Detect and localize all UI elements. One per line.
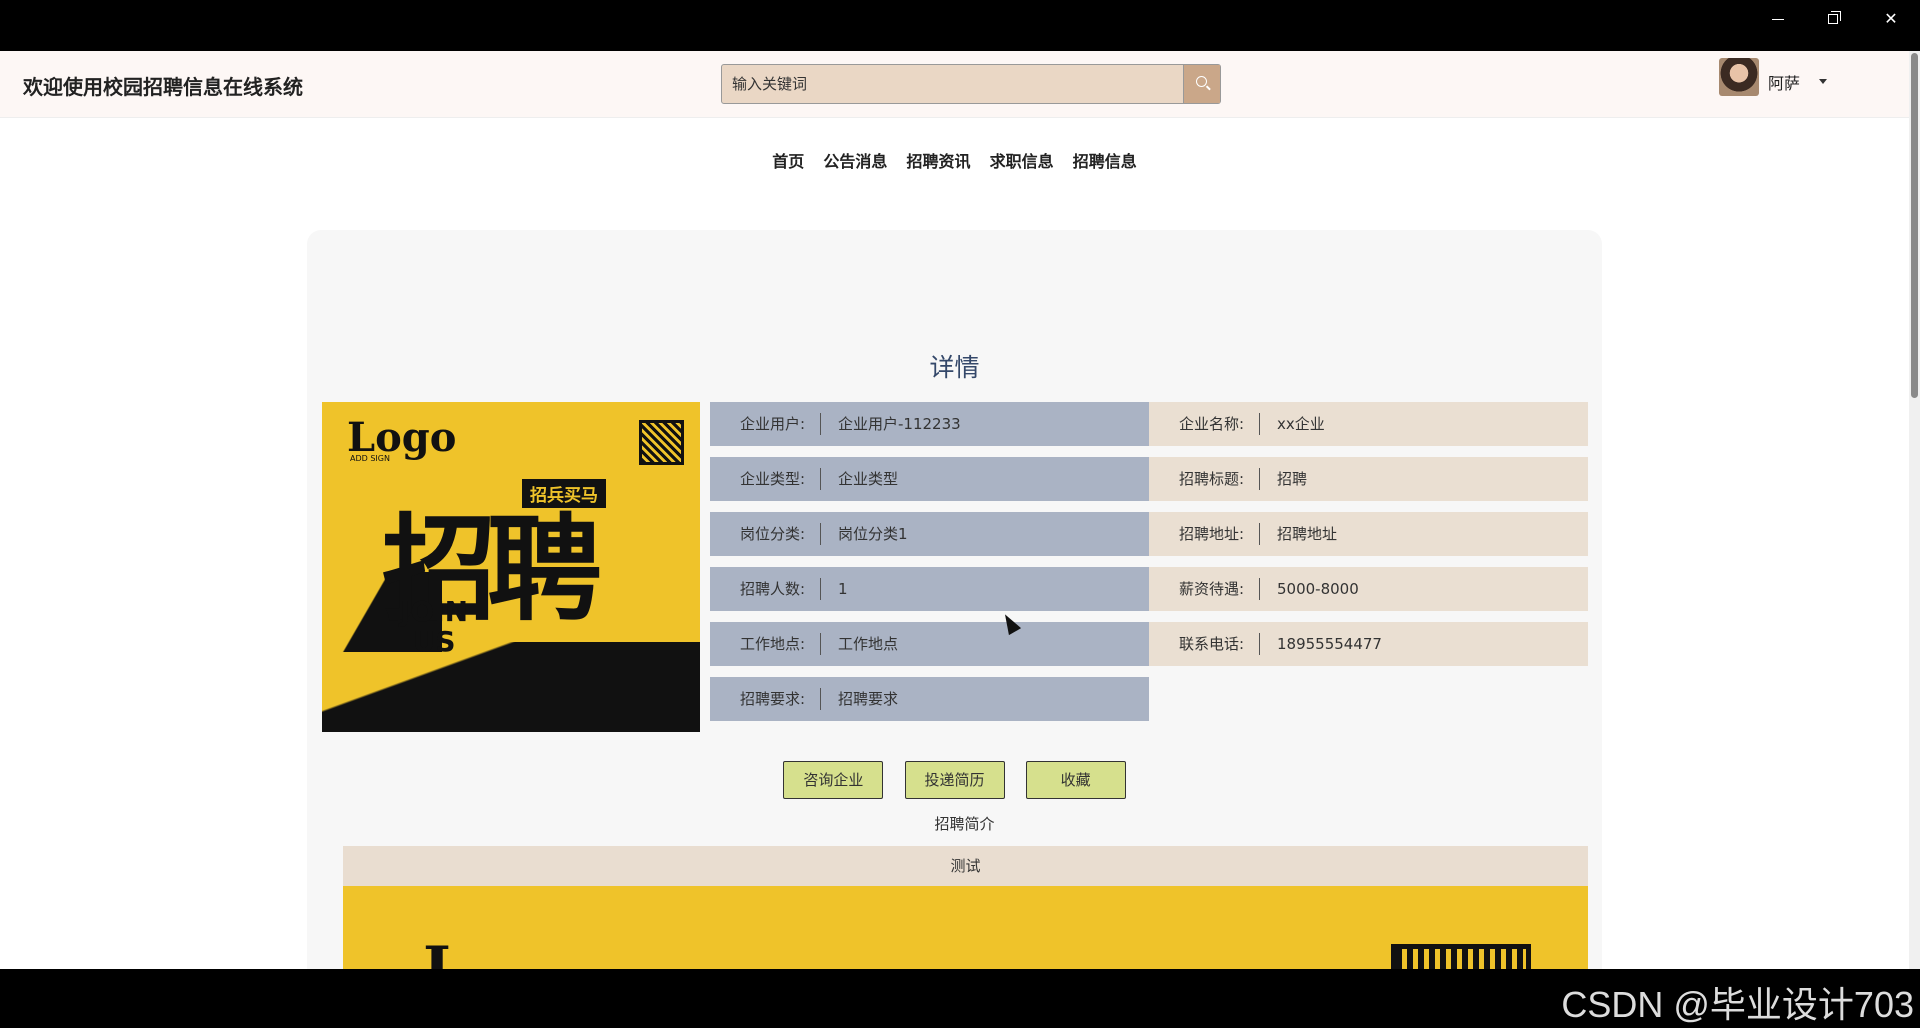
submit-resume-button[interactable]: 投递简历 bbox=[904, 761, 1005, 799]
poster-join-line2: US bbox=[412, 625, 456, 658]
search-input[interactable] bbox=[732, 65, 1172, 103]
field-label: 联系电话: bbox=[1178, 635, 1244, 653]
watermark: CSDN @毕业设计703 bbox=[1561, 984, 1914, 1025]
field-label: 招聘人数: bbox=[739, 580, 805, 598]
scrollbar[interactable] bbox=[1909, 51, 1920, 969]
intro-poster-image: L bbox=[343, 886, 1588, 969]
field-value: 岗位分类1 bbox=[838, 525, 908, 543]
consult-company-button[interactable]: 咨询企业 bbox=[783, 761, 884, 799]
field-label: 招聘要求: bbox=[739, 690, 805, 708]
field-value: 招聘要求 bbox=[838, 690, 899, 708]
field-phone: 联系电话: 18955554477 bbox=[1149, 622, 1588, 666]
page-title: 详情 bbox=[929, 353, 980, 382]
field-value: 招聘地址 bbox=[1277, 525, 1338, 543]
search-icon bbox=[1196, 76, 1207, 87]
search-button[interactable] bbox=[1183, 65, 1220, 103]
field-salary: 薪资待遇: 5000-8000 bbox=[1149, 567, 1588, 611]
qr-code-icon bbox=[639, 420, 684, 465]
field-work-location: 工作地点: 工作地点 bbox=[710, 622, 1149, 666]
user-name[interactable]: 阿萨 bbox=[1768, 70, 1800, 94]
page-viewport: 欢迎使用校园招聘信息在线系统 阿萨 首页 公告消息 招聘资讯 求职信息 招聘信息… bbox=[0, 51, 1920, 969]
field-requirements: 招聘要求: 招聘要求 bbox=[710, 677, 1149, 721]
field-company-name: 企业名称: xx企业 bbox=[1149, 402, 1588, 446]
qr-code-icon bbox=[1391, 944, 1531, 969]
nav-item-recruit-news[interactable]: 招聘资讯 bbox=[906, 148, 970, 172]
nav-item-home[interactable]: 首页 bbox=[772, 148, 804, 172]
poster-add-sign: ADD SIGN bbox=[350, 454, 390, 463]
intro-text: 测试 bbox=[343, 846, 1588, 886]
nav-item-job-seeking[interactable]: 求职信息 bbox=[990, 148, 1054, 172]
main-nav: 首页 公告消息 招聘资讯 求职信息 招聘信息 bbox=[0, 148, 1909, 172]
scrollbar-thumb[interactable] bbox=[1911, 53, 1918, 398]
detail-panel: 详情 Logo ADD SIGN 招聘 招兵买马 JOIN US 企业用户: 企… bbox=[307, 230, 1602, 969]
restore-icon[interactable] bbox=[1816, 8, 1852, 30]
field-recruit-title: 招聘标题: 招聘 bbox=[1149, 457, 1588, 501]
field-value: 企业类型 bbox=[838, 470, 899, 488]
field-company-user: 企业用户: 企业用户-112233 bbox=[710, 402, 1149, 446]
field-label: 企业用户: bbox=[739, 415, 805, 433]
favorite-button[interactable]: 收藏 bbox=[1025, 761, 1126, 799]
field-label: 工作地点: bbox=[739, 635, 805, 653]
window-titlebar: ✕ bbox=[0, 0, 1920, 51]
avatar[interactable] bbox=[1719, 58, 1759, 96]
field-value: 1 bbox=[838, 580, 848, 598]
field-value: xx企业 bbox=[1277, 415, 1325, 433]
field-position-category: 岗位分类: 岗位分类1 bbox=[710, 512, 1149, 556]
close-icon[interactable]: ✕ bbox=[1873, 8, 1909, 30]
chevron-down-icon[interactable] bbox=[1819, 79, 1827, 84]
recruit-poster-image: Logo ADD SIGN 招聘 招兵买马 JOIN US bbox=[322, 402, 700, 732]
field-headcount: 招聘人数: 1 bbox=[710, 567, 1149, 611]
intro-title: 招聘简介 bbox=[934, 815, 995, 833]
field-recruit-address: 招聘地址: 招聘地址 bbox=[1149, 512, 1588, 556]
action-buttons: 咨询企业 投递简历 收藏 bbox=[307, 761, 1602, 799]
site-header: 欢迎使用校园招聘信息在线系统 阿萨 bbox=[0, 51, 1909, 118]
field-value: 工作地点 bbox=[838, 635, 899, 653]
bottom-bar: CSDN @毕业设计703 bbox=[0, 969, 1920, 1025]
field-value: 5000-8000 bbox=[1277, 580, 1359, 598]
field-company-type: 企业类型: 企业类型 bbox=[710, 457, 1149, 501]
field-label: 岗位分类: bbox=[739, 525, 805, 543]
search-box bbox=[721, 64, 1221, 104]
nav-item-recruit-info[interactable]: 招聘信息 bbox=[1073, 148, 1137, 172]
field-label: 企业名称: bbox=[1178, 415, 1244, 433]
field-value: 18955554477 bbox=[1277, 635, 1382, 653]
intro-logo: L bbox=[423, 934, 466, 969]
field-label: 企业类型: bbox=[739, 470, 805, 488]
field-value: 企业用户-112233 bbox=[838, 415, 961, 433]
poster-join: JOIN US bbox=[400, 597, 468, 657]
poster-tag: 招兵买马 bbox=[522, 479, 606, 508]
field-label: 招聘地址: bbox=[1178, 525, 1244, 543]
field-label: 薪资待遇: bbox=[1178, 580, 1244, 598]
minimize-icon[interactable] bbox=[1760, 8, 1796, 30]
site-title: 欢迎使用校园招聘信息在线系统 bbox=[23, 75, 303, 99]
poster-join-line1: JOIN bbox=[400, 595, 469, 628]
nav-item-announcements[interactable]: 公告消息 bbox=[823, 148, 887, 172]
field-value: 招聘 bbox=[1277, 470, 1308, 488]
field-label: 招聘标题: bbox=[1178, 470, 1244, 488]
